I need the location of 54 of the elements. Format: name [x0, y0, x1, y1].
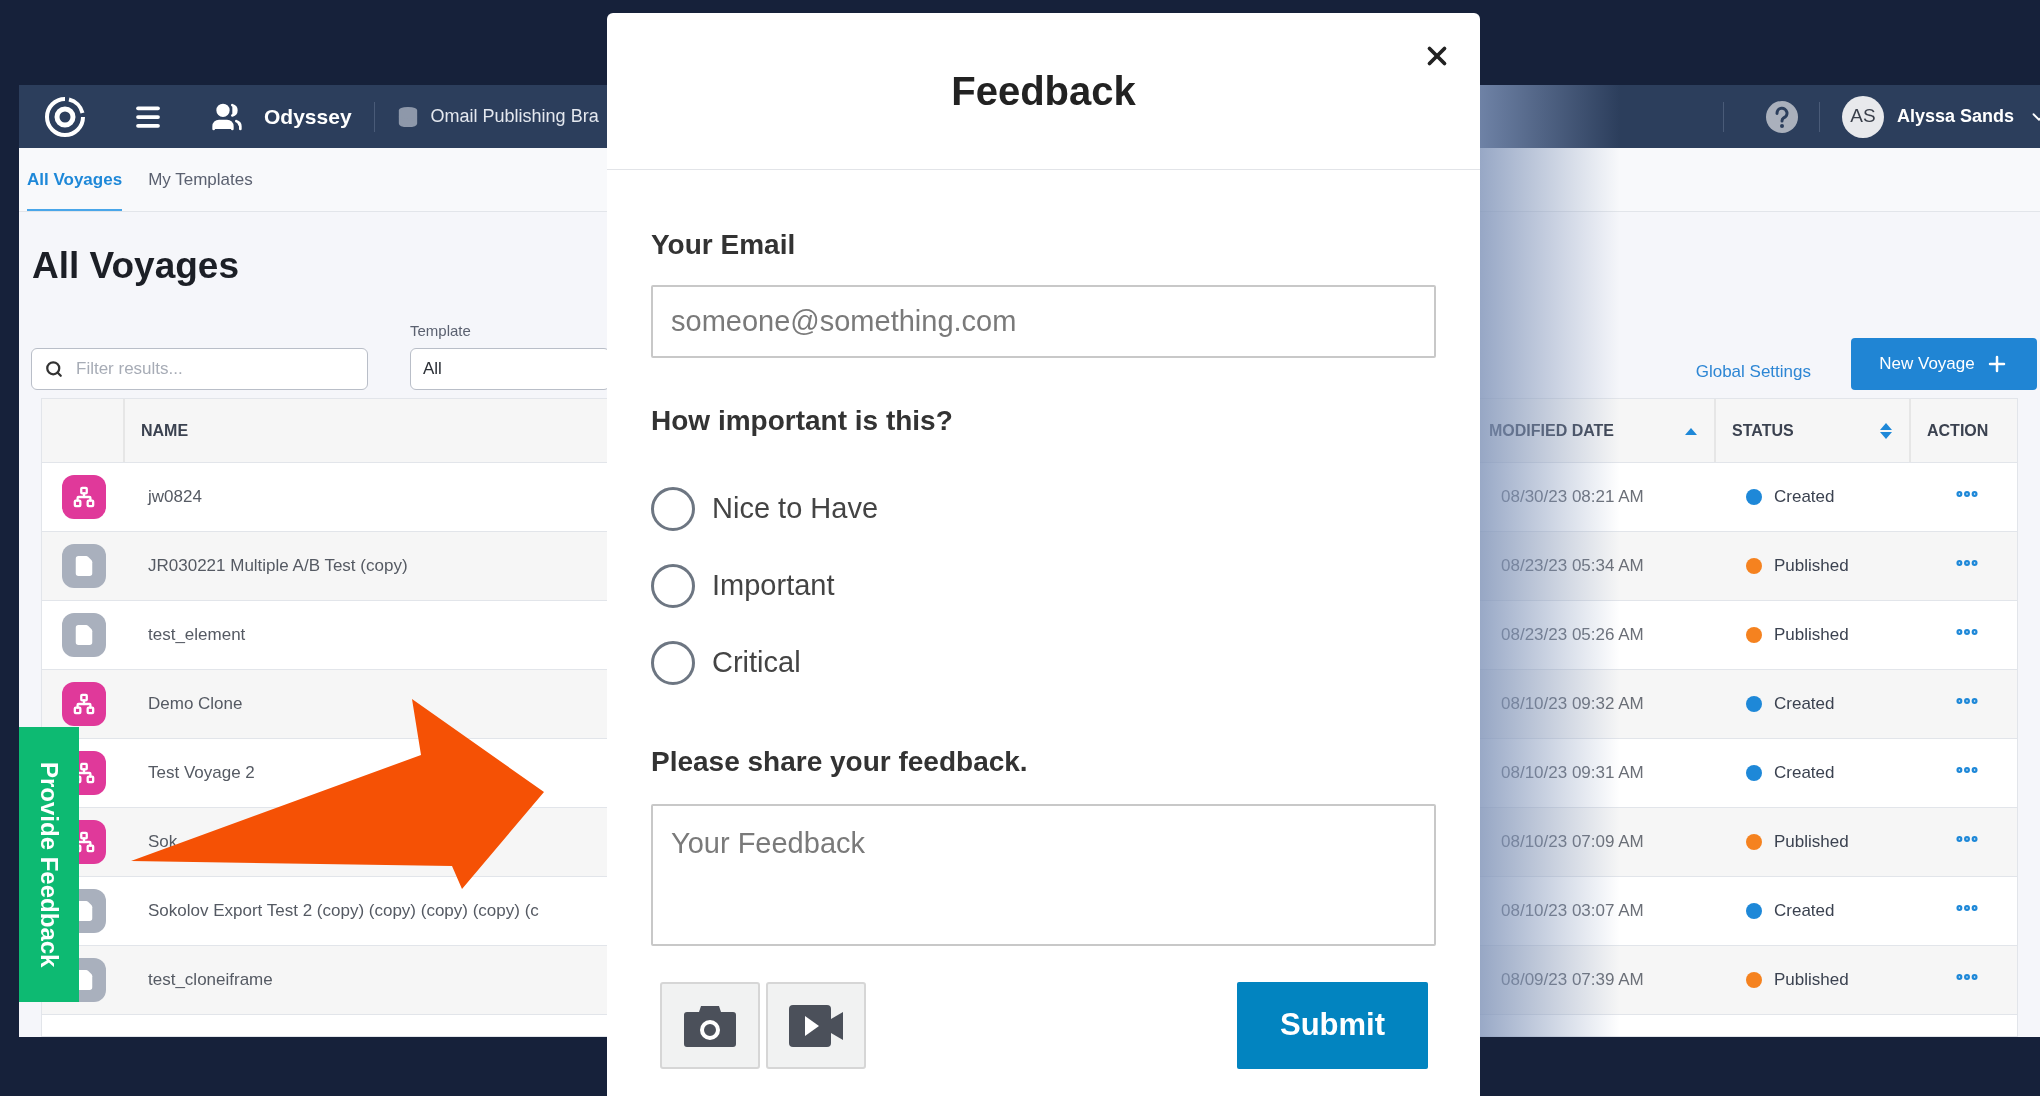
page-title: All Voyages — [32, 244, 239, 289]
user-avatar[interactable]: AS — [1841, 95, 1884, 138]
feedback-label: Please share your feedback. — [651, 745, 1029, 779]
status-text: Created — [1774, 693, 1835, 716]
search-icon — [45, 360, 63, 378]
user-name[interactable]: Alyssa Sands — [1896, 103, 2014, 130]
screenshot-button[interactable] — [660, 982, 760, 1069]
video-button[interactable] — [766, 982, 866, 1069]
radio-label: Critical — [712, 645, 801, 681]
radio-button[interactable] — [651, 641, 695, 685]
feedback-field[interactable]: Your Feedback — [651, 804, 1436, 946]
modified-date: 08/23/23 05:34 AM — [1500, 555, 1645, 578]
modified-date: 08/10/23 07:09 AM — [1500, 831, 1645, 854]
help-icon[interactable] — [1765, 100, 1798, 133]
document-icon — [62, 613, 106, 657]
modified-date: 08/23/23 05:26 AM — [1500, 624, 1645, 647]
radio-label: Important — [712, 568, 835, 604]
global-settings-link[interactable]: Global Settings — [1695, 358, 1811, 384]
modified-date: 08/09/23 07:39 AM — [1500, 969, 1645, 992]
status-text: Published — [1774, 624, 1849, 647]
logo-icon — [43, 94, 87, 139]
radio-button[interactable] — [651, 564, 695, 608]
modified-date: 08/10/23 09:31 AM — [1500, 762, 1645, 785]
email-label: Your Email — [651, 228, 797, 262]
flow-chart-icon — [62, 682, 106, 726]
camera-icon — [683, 1003, 737, 1048]
app-name[interactable]: Odyssey — [264, 100, 352, 133]
modified-date: 08/10/23 03:07 AM — [1500, 900, 1645, 923]
tab[interactable]: All Voyages — [27, 148, 123, 211]
new-voyage-button[interactable]: New Voyage — [1851, 338, 2037, 390]
database-icon — [396, 105, 419, 128]
filter-field[interactable]: Filter results... — [31, 348, 368, 390]
template-label: Template — [410, 320, 472, 341]
radio-button[interactable] — [651, 487, 695, 531]
radio-label: Nice to Have — [712, 491, 878, 527]
status-text: Published — [1774, 555, 1849, 578]
submit-button[interactable]: Submit — [1237, 982, 1428, 1069]
video-camera-icon — [788, 1003, 844, 1048]
document-icon — [62, 544, 106, 588]
importance-question: How important is this? — [651, 404, 954, 438]
modified-date: 08/30/23 08:21 AM — [1500, 486, 1645, 509]
workspace-name[interactable]: Omail Publishing Bra — [430, 103, 599, 130]
status-text: Created — [1774, 900, 1835, 923]
flow-chart-icon — [62, 475, 106, 519]
status-text: Created — [1774, 486, 1835, 509]
email-field[interactable]: someone@something.com — [651, 285, 1436, 358]
tab[interactable]: My Templates — [148, 148, 253, 211]
status-text: Published — [1774, 831, 1849, 854]
modified-date: 08/10/23 09:32 AM — [1500, 693, 1645, 716]
template-select[interactable]: All — [410, 348, 610, 390]
status-text: Created — [1774, 762, 1835, 785]
status-text: Published — [1774, 969, 1849, 992]
arrow-icon — [131, 699, 544, 889]
dialog-title: Feedback — [951, 68, 1136, 115]
